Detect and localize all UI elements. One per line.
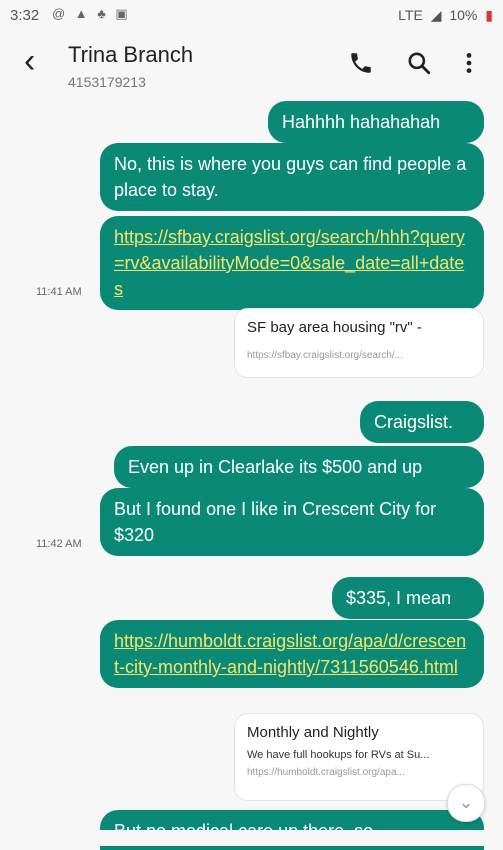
back-arrow-icon[interactable]: ‹ xyxy=(24,44,35,78)
preview-title: SF bay area housing "rv" - xyxy=(247,319,422,336)
message-link[interactable]: https://sfbay.craigslist.org/search/hhh?… xyxy=(100,216,484,310)
link-preview-card[interactable]: Monthly and Nightly We have full hookups… xyxy=(234,713,484,801)
message-bubble[interactable]: $335, I mean xyxy=(332,577,484,619)
battery-icon: ▮ xyxy=(485,7,493,23)
message-bubble[interactable]: Even up in Clearlake its $500 and up xyxy=(114,446,484,488)
status-right: LTE ◢ 10% ▮ xyxy=(394,7,493,24)
preview-url: https://sfbay.craigslist.org/search/... xyxy=(247,350,403,361)
contact-number: 4153179213 xyxy=(68,74,146,90)
scroll-to-bottom-icon[interactable]: ⌄ xyxy=(447,784,485,822)
network-label: LTE xyxy=(398,7,423,23)
status-bar: 3:32 @ ▲ ♣ ▣ LTE ◢ 10% ▮ xyxy=(0,0,503,32)
message-bubble[interactable]: Hahhhh hahahahah xyxy=(268,101,484,143)
message-timestamp: 11:41 AM xyxy=(36,286,82,298)
more-options-icon[interactable] xyxy=(456,50,482,76)
contact-name: Trina Branch xyxy=(68,42,194,67)
preview-description: We have full hookups for RVs at Su... xyxy=(247,749,430,761)
message-bubble[interactable]: But I found one I like in Crescent City … xyxy=(100,488,484,556)
message-timestamp: 11:42 AM xyxy=(36,538,82,550)
preview-title: Monthly and Nightly xyxy=(247,724,379,741)
conversation-header: ‹ Trina Branch 4153179213 xyxy=(0,32,503,96)
status-time: 3:32 xyxy=(10,7,40,24)
notification-icons: @ ▲ ♣ ▣ xyxy=(52,6,131,21)
signal-icon: ◢ xyxy=(430,7,442,23)
message-bubble[interactable]: No, this is where you guys can find peop… xyxy=(100,143,484,211)
preview-url: https://humboldt.craigslist.org/apa... xyxy=(247,767,405,778)
search-icon[interactable] xyxy=(406,50,432,76)
message-bubble[interactable]: Craigslist. xyxy=(360,401,484,443)
message-link[interactable]: https://humboldt.craigslist.org/apa/d/cr… xyxy=(100,620,484,688)
phone-icon[interactable] xyxy=(348,50,374,76)
battery-label: 10% xyxy=(449,7,478,23)
link-preview-card[interactable]: SF bay area housing "rv" - https://sfbay… xyxy=(234,308,484,378)
bottom-fade xyxy=(0,830,503,846)
